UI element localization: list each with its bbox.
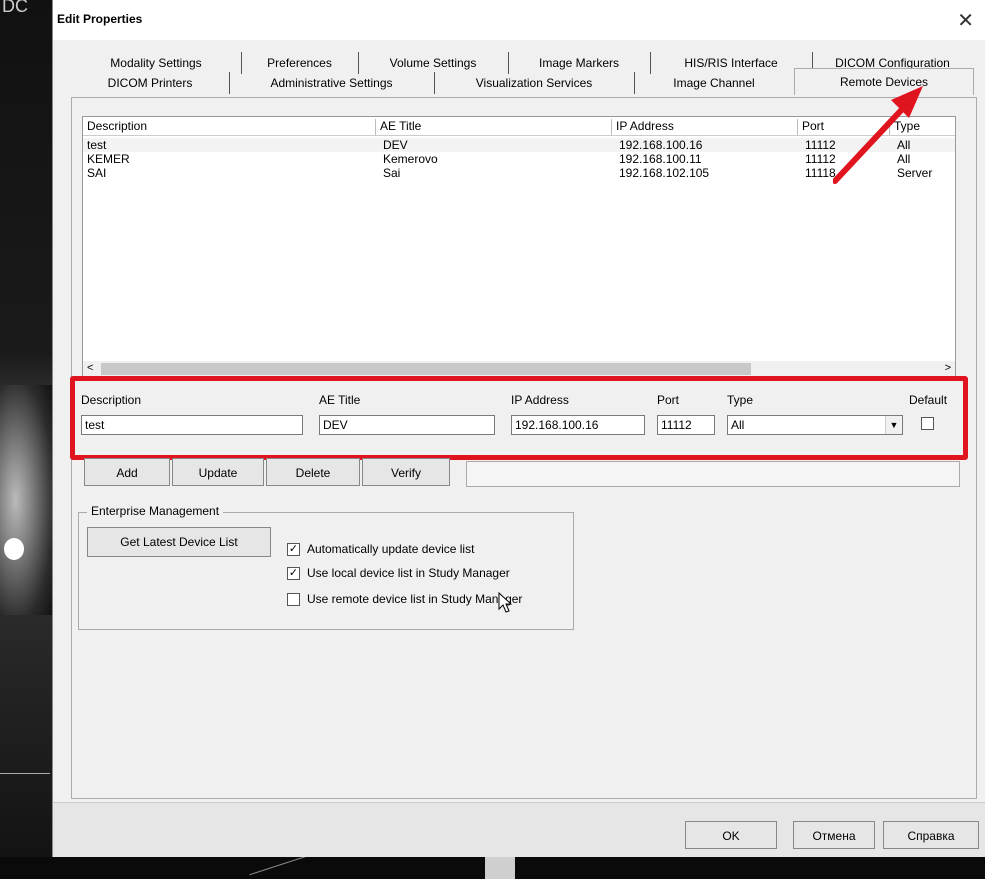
table-row[interactable]: test DEV 192.168.100.16 11112 All [83, 138, 955, 152]
background-stripe [485, 857, 515, 879]
tab-administrative-settings[interactable]: Administrative Settings [229, 72, 435, 94]
column-header-description[interactable]: Description [83, 119, 373, 135]
tab-image-markers[interactable]: Image Markers [508, 52, 651, 74]
add-button[interactable]: Add [84, 458, 170, 486]
delete-button[interactable]: Delete [266, 458, 360, 486]
enterprise-management-title: Enterprise Management [87, 504, 224, 518]
tab-dicom-printers[interactable]: DICOM Printers [71, 72, 230, 94]
port-label: Port [657, 393, 680, 407]
cell-ip-address: 192.168.100.16 [619, 138, 703, 152]
default-checkbox[interactable] [921, 417, 934, 430]
cancel-button[interactable]: Отмена [793, 821, 875, 849]
device-editor-highlight: Description AE Title IP Address Port Typ… [70, 376, 968, 460]
auto-update-label: Automatically update device list [307, 542, 475, 556]
type-select-value: All [731, 418, 745, 432]
cell-port: 11112 [805, 138, 836, 152]
local-list-label: Use local device list in Study Manager [307, 566, 510, 580]
description-field[interactable] [81, 415, 303, 435]
background-scan-line [0, 773, 50, 774]
help-button[interactable]: Справка [883, 821, 979, 849]
verify-status-field [466, 461, 960, 487]
edit-properties-dialog: Edit Properties ✕ Modality Settings Pref… [52, 0, 985, 857]
description-label: Description [81, 393, 142, 407]
remote-list-checkbox[interactable] [287, 593, 300, 606]
table-row[interactable]: SAI Sai 192.168.102.105 11118 Server [83, 166, 955, 180]
scrollbar-thumb[interactable] [101, 363, 751, 375]
tab-image-channel[interactable]: Image Channel [634, 72, 795, 94]
cell-port: 11118 [805, 166, 836, 180]
auto-update-checkbox[interactable]: ✓ [287, 543, 300, 556]
type-label: Type [727, 393, 754, 407]
tab-visualization-services[interactable]: Visualization Services [434, 72, 635, 94]
column-header-ae-title[interactable]: AE Title [375, 119, 610, 135]
ip-address-field[interactable] [511, 415, 645, 435]
remote-list-label: Use remote device list in Study Manager [307, 592, 523, 606]
cell-ae-title: DEV [383, 138, 408, 152]
cell-ae-title: Sai [383, 166, 401, 180]
port-field[interactable] [657, 415, 715, 435]
tab-his-ris-interface[interactable]: HIS/RIS Interface [650, 52, 813, 74]
scroll-left-icon[interactable]: < [87, 362, 93, 374]
cell-ip-address: 192.168.102.105 [619, 166, 710, 180]
background-bottom-strip [0, 855, 985, 879]
local-list-checkbox[interactable]: ✓ [287, 567, 300, 580]
update-button[interactable]: Update [172, 458, 264, 486]
ok-button[interactable]: OK [685, 821, 777, 849]
background-diagonal [249, 855, 307, 876]
tab-modality-settings[interactable]: Modality Settings [71, 52, 242, 74]
cell-port: 11112 [805, 152, 836, 166]
arrow-annotation-icon [833, 86, 923, 184]
chevron-down-icon[interactable]: ▼ [885, 416, 902, 434]
dialog-footer: OK Отмена Справка [53, 803, 985, 857]
title-bar: Edit Properties ✕ [53, 0, 985, 40]
background-scan-dot [4, 538, 24, 560]
remote-devices-list[interactable]: Description AE Title IP Address Port Typ… [82, 116, 956, 378]
cell-description: KEMER [87, 152, 130, 166]
horizontal-scrollbar[interactable]: < > [83, 361, 955, 377]
remote-devices-panel: Description AE Title IP Address Port Typ… [70, 97, 977, 799]
tab-preferences[interactable]: Preferences [241, 52, 359, 74]
table-row[interactable]: KEMER Kemerovo 192.168.100.11 11112 All [83, 152, 955, 166]
ae-title-field[interactable] [319, 415, 495, 435]
type-select[interactable]: All ▼ [727, 415, 903, 435]
get-latest-device-list-button[interactable]: Get Latest Device List [87, 527, 271, 557]
background-scan-shape [0, 385, 52, 615]
background-label: DC [2, 0, 28, 16]
ae-title-label: AE Title [319, 393, 361, 407]
cell-description: test [87, 138, 107, 152]
cell-description: SAI [87, 166, 107, 180]
close-icon[interactable]: ✕ [957, 8, 974, 33]
cell-ip-address: 192.168.100.11 [619, 152, 702, 166]
window-title: Edit Properties [57, 12, 143, 26]
ip-address-label: IP Address [511, 393, 569, 407]
column-header-ip-address[interactable]: IP Address [611, 119, 796, 135]
list-header: Description AE Title IP Address Port Typ… [83, 117, 955, 136]
default-label: Default [909, 393, 948, 407]
cursor-icon [498, 592, 513, 613]
cell-ae-title: Kemerovo [383, 152, 438, 166]
tab-volume-settings[interactable]: Volume Settings [358, 52, 509, 74]
verify-button[interactable]: Verify [362, 458, 450, 486]
scroll-right-icon[interactable]: > [945, 362, 951, 374]
